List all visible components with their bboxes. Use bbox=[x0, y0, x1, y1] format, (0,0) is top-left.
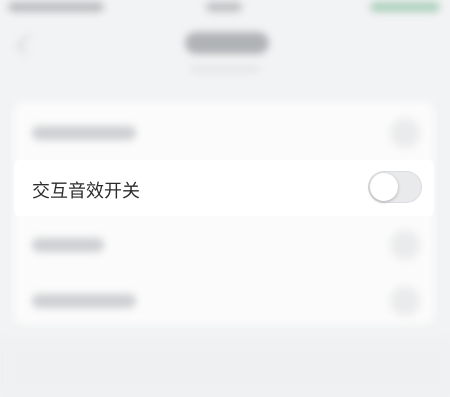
status-carrier-placeholder bbox=[8, 2, 104, 12]
sound-effects-toggle[interactable] bbox=[368, 171, 422, 203]
row-control-placeholder bbox=[390, 230, 420, 260]
page-title-placeholder bbox=[185, 32, 269, 54]
row-label-placeholder bbox=[32, 126, 136, 140]
page-subtitle-placeholder bbox=[190, 66, 260, 72]
sound-effects-row: 交互音效开关 bbox=[14, 160, 434, 216]
row-label-placeholder bbox=[32, 294, 136, 308]
row-label-placeholder bbox=[32, 238, 104, 252]
row-control-placeholder bbox=[390, 118, 420, 148]
bottom-area bbox=[0, 340, 450, 397]
back-arrow-icon bbox=[15, 33, 38, 56]
sound-effects-label: 交互音效开关 bbox=[32, 181, 140, 202]
row-control-placeholder bbox=[390, 286, 420, 316]
toggle-knob bbox=[370, 173, 398, 201]
status-bar bbox=[0, 0, 450, 18]
status-time-placeholder bbox=[206, 2, 242, 12]
settings-row-dimmed bbox=[14, 104, 434, 160]
settings-row-dimmed bbox=[14, 272, 434, 328]
status-battery-placeholder bbox=[370, 2, 440, 12]
settings-row-dimmed bbox=[14, 216, 434, 272]
